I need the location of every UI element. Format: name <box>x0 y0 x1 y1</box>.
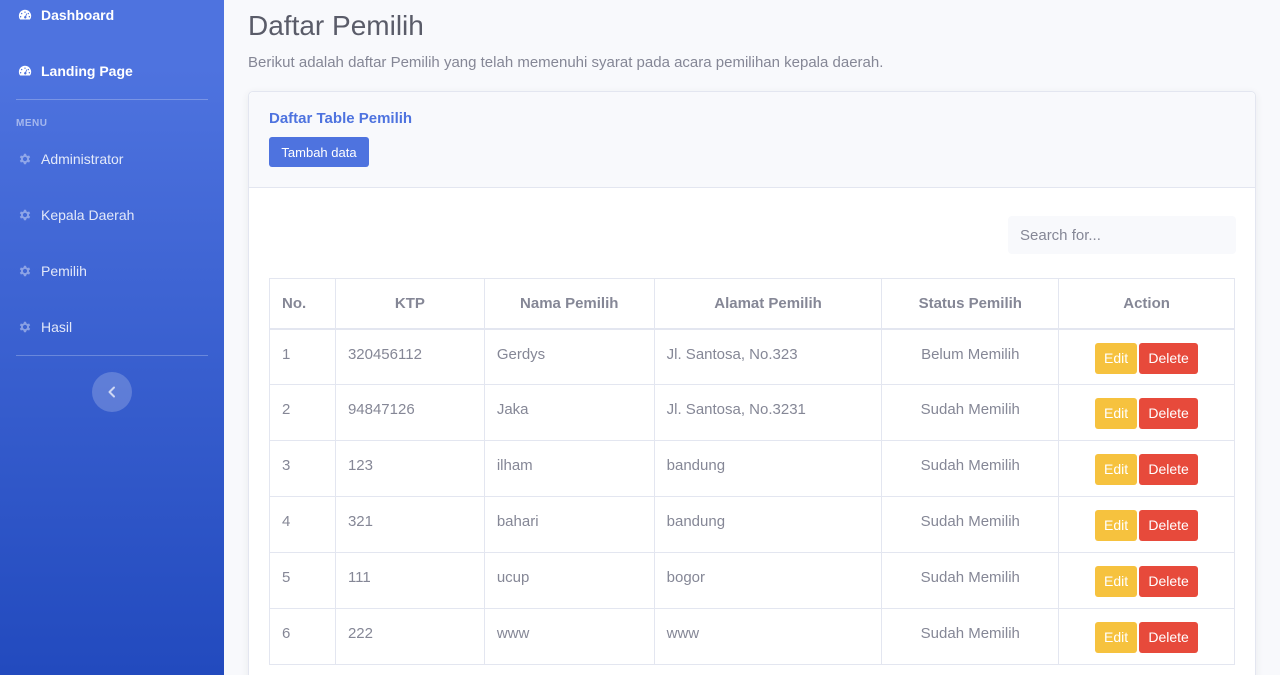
cell-status: Sudah Memilih <box>881 552 1060 609</box>
sidebar-item-label: Dashboard <box>41 7 115 23</box>
sidebar-item-landing-page[interactable]: Landing Page <box>0 59 224 83</box>
search-input[interactable] <box>1008 216 1236 254</box>
dashboard-icon <box>17 7 33 23</box>
cell-alamat: Jl. Santosa, No.323 <box>653 328 883 385</box>
table-row: 3 123 ilham bandung Sudah Memilih Edit De… <box>269 440 1235 497</box>
cell-alamat: bogor <box>653 552 883 609</box>
sidebar-item-hasil[interactable]: Hasil <box>0 315 224 339</box>
cell-alamat: bandung <box>653 440 883 497</box>
cell-action: Edit Delete <box>1058 328 1235 385</box>
dashboard-icon <box>17 63 33 79</box>
cell-no: 5 <box>269 552 336 609</box>
table-header-row: No. KTP Nama Pemilih Alamat Pemilih Stat… <box>269 278 1235 330</box>
delete-button[interactable]: Delete <box>1139 622 1199 653</box>
cell-ktp: 123 <box>334 440 485 497</box>
cell-ktp: 222 <box>334 608 485 665</box>
sidebar-item-label: Kepala Daerah <box>41 207 135 223</box>
sidebar-divider <box>16 355 208 356</box>
edit-button[interactable]: Edit <box>1095 510 1138 541</box>
chevron-left-icon <box>107 386 117 398</box>
sidebar-item-pemilih[interactable]: Pemilih <box>0 259 224 283</box>
cell-alamat: www <box>653 608 883 665</box>
cell-no: 6 <box>269 608 336 665</box>
cell-no: 3 <box>269 440 336 497</box>
sidebar-item-kepala-daerah[interactable]: Kepala Daerah <box>0 203 224 227</box>
cell-ktp: 320456112 <box>334 328 485 385</box>
sidebar-toggle-button[interactable] <box>92 372 132 412</box>
cell-nama: www <box>483 608 655 665</box>
edit-button[interactable]: Edit <box>1095 454 1138 485</box>
table-row: 4 321 bahari bandung Sudah Memilih Edit D… <box>269 496 1235 553</box>
add-data-button[interactable]: Tambah data <box>269 137 369 167</box>
delete-button[interactable]: Delete <box>1139 566 1199 597</box>
cell-ktp: 94847126 <box>334 384 485 441</box>
cell-nama: ucup <box>483 552 655 609</box>
cell-alamat: Jl. Santosa, No.3231 <box>653 384 883 441</box>
sidebar: Dashboard Landing Page MENU Administrato… <box>0 0 224 675</box>
column-header-no[interactable]: No. <box>269 278 336 330</box>
cell-ktp: 111 <box>334 552 485 609</box>
column-header-alamat[interactable]: Alamat Pemilih <box>653 278 883 330</box>
cell-no: 1 <box>269 328 336 385</box>
gear-icon <box>17 263 33 279</box>
cell-status: Sudah Memilih <box>881 384 1060 441</box>
delete-button[interactable]: Delete <box>1139 398 1199 429</box>
column-header-action[interactable]: Action <box>1058 278 1235 330</box>
table-row: 2 94847126 Jaka Jl. Santosa, No.3231 Sud… <box>269 384 1235 441</box>
delete-button[interactable]: Delete <box>1139 342 1199 374</box>
sidebar-item-label: Hasil <box>41 319 73 335</box>
cell-nama: bahari <box>483 496 655 553</box>
delete-button[interactable]: Delete <box>1139 454 1199 485</box>
cell-status: Belum Memilih <box>881 328 1060 385</box>
cell-action: Edit Delete <box>1058 496 1235 553</box>
card-title: Daftar Table Pemilih <box>269 110 413 127</box>
card-header: Daftar Table Pemilih Tambah data <box>249 92 1255 188</box>
cell-alamat: bandung <box>653 496 883 553</box>
cell-action: Edit Delete <box>1058 384 1235 441</box>
cell-no: 4 <box>269 496 336 553</box>
sidebar-item-label: Landing Page <box>41 63 133 79</box>
column-header-ktp[interactable]: KTP <box>334 278 485 330</box>
page-title: Daftar Pemilih <box>248 10 424 41</box>
edit-button[interactable]: Edit <box>1095 622 1138 653</box>
delete-button[interactable]: Delete <box>1139 510 1199 541</box>
cell-action: Edit Delete <box>1058 552 1235 609</box>
cell-action: Edit Delete <box>1058 608 1235 665</box>
edit-button[interactable]: Edit <box>1095 398 1138 429</box>
cell-nama: Jaka <box>483 384 655 441</box>
sidebar-item-administrator[interactable]: Administrator <box>0 147 224 171</box>
sidebar-item-label: Administrator <box>41 151 124 167</box>
cell-no: 2 <box>269 384 336 441</box>
table-row: 1 320456112 Gerdys Jl. Santosa, No.323 B… <box>269 328 1235 385</box>
column-header-nama[interactable]: Nama Pemilih <box>483 278 655 330</box>
voters-table: No. KTP Nama Pemilih Alamat Pemilih Stat… <box>269 278 1235 665</box>
column-header-status[interactable]: Status Pemilih <box>881 278 1060 330</box>
cell-nama: ilham <box>483 440 655 497</box>
cell-ktp: 321 <box>334 496 485 553</box>
sidebar-heading: MENU <box>16 118 48 129</box>
cell-action: Edit Delete <box>1058 440 1235 497</box>
table-row: 6 222 www www Sudah Memilih Edit Delete <box>269 608 1235 665</box>
cell-status: Sudah Memilih <box>881 608 1060 665</box>
sidebar-divider <box>16 99 208 100</box>
edit-button[interactable]: Edit <box>1095 566 1138 597</box>
gear-icon <box>17 151 33 167</box>
sidebar-item-label: Pemilih <box>41 263 87 279</box>
table-card: Daftar Table Pemilih Tambah data No. KTP… <box>248 91 1256 675</box>
table-row: 5 111 ucup bogor Sudah Memilih Edit Delet… <box>269 552 1235 609</box>
edit-button[interactable]: Edit <box>1095 342 1138 374</box>
sidebar-item-dashboard[interactable]: Dashboard <box>0 3 224 27</box>
gear-icon <box>17 319 33 335</box>
cell-nama: Gerdys <box>483 328 655 385</box>
cell-status: Sudah Memilih <box>881 440 1060 497</box>
gear-icon <box>17 207 33 223</box>
page-description: Berikut adalah daftar Pemilih yang telah… <box>248 54 884 71</box>
cell-status: Sudah Memilih <box>881 496 1060 553</box>
